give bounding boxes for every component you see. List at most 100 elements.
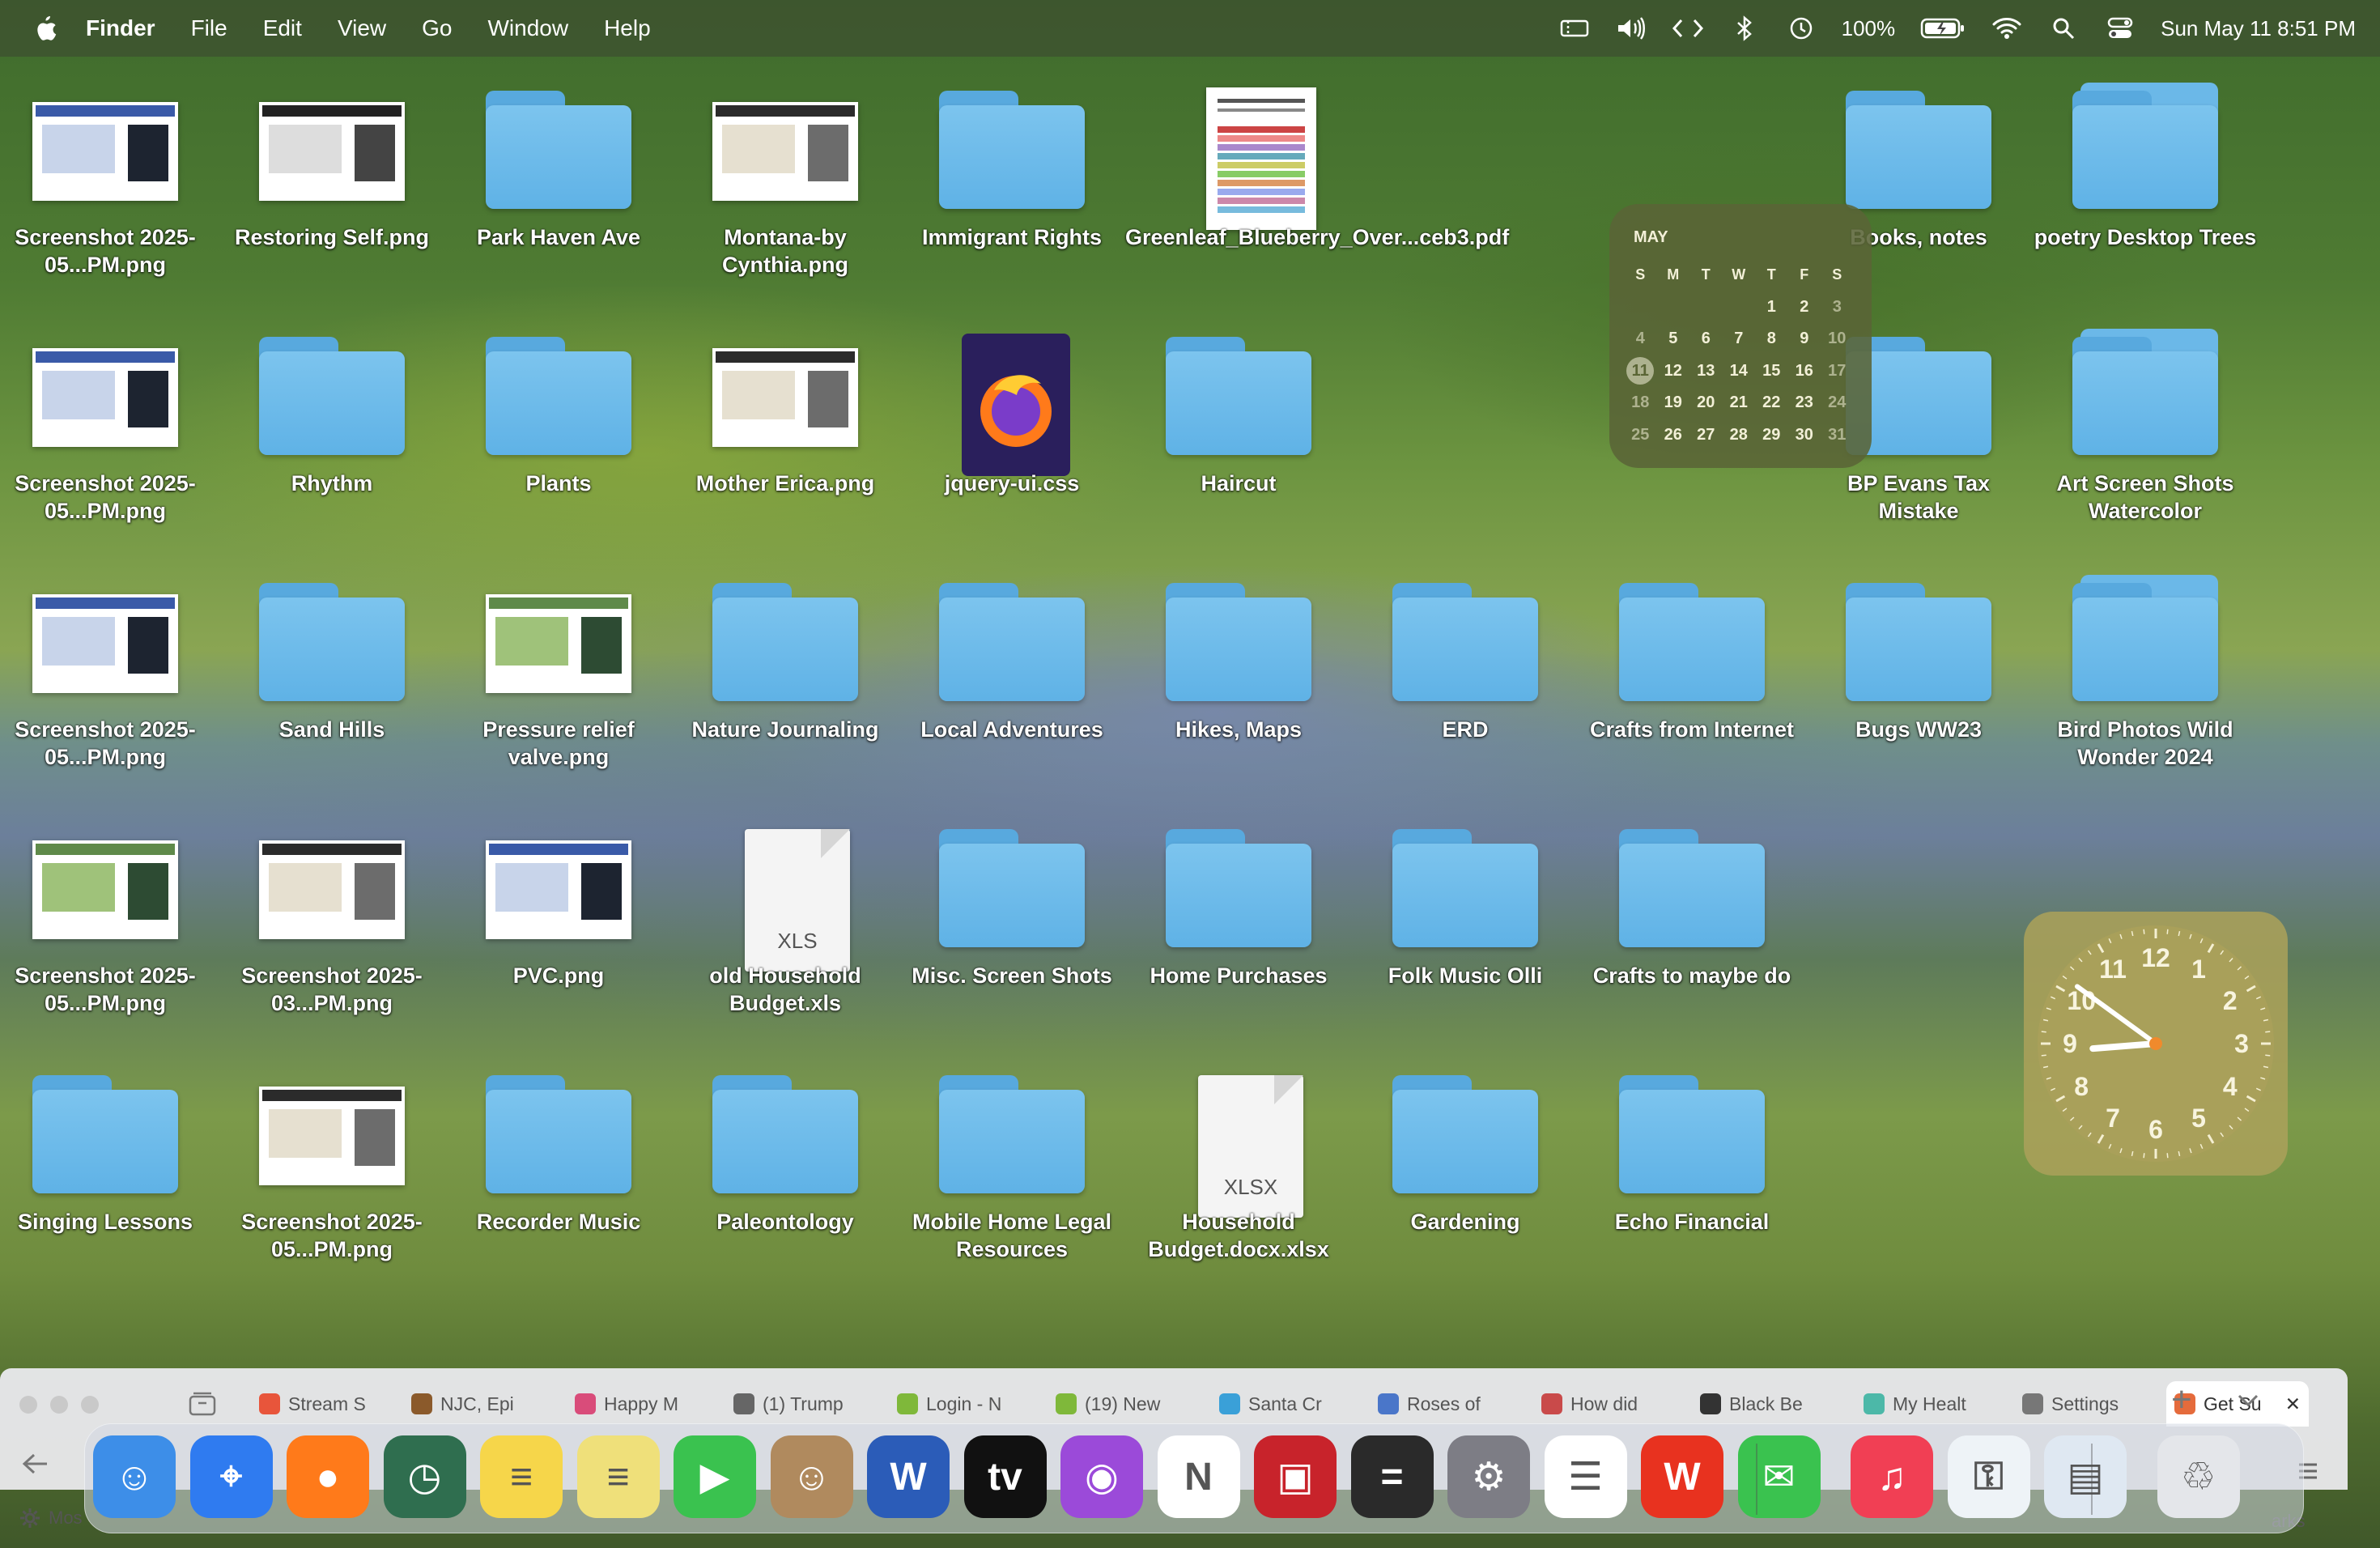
dock-preview-icon[interactable]: ▤ (2044, 1435, 2127, 1518)
chevron-down-icon[interactable] (2236, 1393, 2260, 1413)
new-tab-button[interactable]: + (2171, 1380, 2192, 1420)
clock-widget[interactable]: 12 1 2 3 4 5 6 7 8 9 10 11 (2024, 912, 2288, 1176)
dock-notes-icon[interactable]: ≡ (480, 1435, 563, 1518)
dock-passwords-icon[interactable]: ⚿ (1947, 1435, 2030, 1518)
dock-facetime-icon[interactable]: ▶ (674, 1435, 756, 1518)
dock-photobooth-icon[interactable]: ▣ (1254, 1435, 1337, 1518)
browser-tab[interactable]: Happy M (567, 1381, 725, 1427)
favicon-icon (1864, 1393, 1885, 1414)
calendar-today: 11 (1624, 355, 1657, 388)
clock-number: 6 (2148, 1115, 2163, 1144)
folder-icon (1619, 583, 1765, 704)
dock-firefox-icon[interactable]: ● (287, 1435, 369, 1518)
favicon-icon (897, 1393, 918, 1414)
browser-tab[interactable]: Santa Cr (1211, 1381, 1370, 1427)
desktop-item-label: Crafts to maybe do (1592, 963, 1791, 988)
browser-tab[interactable]: Settings (2014, 1381, 2166, 1427)
browser-tab[interactable]: My Healt (1855, 1381, 2014, 1427)
desktop-item-label: old Household Budget.xls (709, 963, 861, 1015)
desktop-item-label: Singing Lessons (17, 1210, 193, 1234)
image-thumbnail (486, 594, 631, 693)
browser-tab[interactable]: Login - N (889, 1381, 1048, 1427)
menu-clock[interactable]: Sun May 11 8:51 PM (2161, 16, 2356, 41)
calendar-widget[interactable]: MAY S M T W T F S 1 2 3 4 5 6 7 8 9 10 11 12 13 14 15 16 17 18 19… (1609, 204, 1872, 468)
menu-app-name[interactable]: Finder (86, 15, 155, 41)
time-machine-icon[interactable] (1785, 12, 1817, 45)
desktop-item-label: poetry Desktop Trees (2034, 225, 2257, 249)
browser-tab[interactable]: Roses of (1370, 1381, 1533, 1427)
dock-podcasts-icon[interactable]: ◉ (1060, 1435, 1143, 1518)
tab-overview-icon[interactable] (188, 1391, 217, 1421)
calendar-day: 23 (1795, 393, 1813, 411)
calendar-weekday: W (1732, 266, 1746, 283)
desktop-item-label: Screenshot 2025-03...PM.png (241, 963, 423, 1015)
dock-tv-icon[interactable]: tv (963, 1435, 1047, 1518)
dock-messages-icon[interactable]: ✉ (1737, 1435, 1821, 1518)
dock-settings-icon[interactable]: ⚙ (1447, 1435, 1530, 1518)
dock-contacts-icon[interactable]: ☺ (770, 1435, 853, 1518)
volume-icon[interactable] (1615, 12, 1647, 45)
calendar-day: 22 (1762, 393, 1781, 411)
spotlight-icon[interactable] (2047, 12, 2080, 45)
clock-center (2149, 1037, 2162, 1050)
clock-tick (2166, 1153, 2169, 1159)
browser-tab[interactable]: NJC, Epi (403, 1381, 567, 1427)
close-tab-icon[interactable]: ✕ (2285, 1393, 2301, 1415)
browser-tab[interactable]: Black Be (1692, 1381, 1855, 1427)
menu-help[interactable]: Help (604, 15, 651, 41)
wifi-icon[interactable] (1991, 12, 2023, 45)
menu-extra-icon[interactable] (1558, 12, 1591, 45)
dock-stickies-icon[interactable]: ≡ (576, 1435, 660, 1518)
sidebar-status[interactable]: Mos (19, 1508, 83, 1529)
desktop-item-label: Art Screen Shots Watercolor (2056, 471, 2234, 523)
dock-calculator-icon[interactable]: = (1350, 1435, 1434, 1518)
browser-tab[interactable]: (19) New (1048, 1381, 1211, 1427)
desktop-item-label: Rhythm (291, 471, 373, 495)
clock-number: 5 (2191, 1104, 2206, 1133)
desktop-item-label: ERD (1442, 717, 1489, 742)
minimize-button[interactable] (50, 1396, 68, 1414)
calendar-day: 28 (1729, 425, 1748, 444)
folder-icon (939, 1075, 1085, 1197)
desktop-item-label: Sand Hills (278, 717, 385, 742)
back-button[interactable] (21, 1449, 49, 1483)
calendar-day (1624, 291, 1657, 324)
folder-icon (1166, 337, 1311, 458)
menu-go[interactable]: Go (422, 15, 452, 41)
calendar-day: 16 (1795, 361, 1813, 380)
dock-reminders-icon[interactable]: ☰ (1544, 1435, 1627, 1518)
zoom-button[interactable] (81, 1396, 99, 1414)
dock-music-icon[interactable]: ♫ (1851, 1435, 1933, 1518)
browser-tab[interactable]: (1) Trump (725, 1381, 889, 1427)
gear-icon (20, 1508, 40, 1528)
dock-trash-icon[interactable]: ♲ (2157, 1435, 2240, 1518)
favicon-icon (411, 1393, 432, 1414)
dock-safari-icon[interactable]: ⌖ (189, 1435, 273, 1518)
menu-file[interactable]: File (191, 15, 227, 41)
close-button[interactable] (19, 1396, 37, 1414)
apple-menu-icon[interactable] (29, 12, 62, 45)
calendar-grid: S M T W T F S 1 2 3 4 5 6 7 8 9 10 11 12 13 14 15 16 17 18 19 20 21… (1624, 259, 1854, 451)
dock-wps-icon[interactable]: W (1641, 1435, 1723, 1518)
menu-bar: Finder File Edit View Go Window Help 100… (0, 0, 2380, 57)
desktop-item-label: Bugs WW23 (1855, 717, 1982, 742)
control-center-icon[interactable] (2104, 12, 2136, 45)
menu-edit[interactable]: Edit (263, 15, 302, 41)
browser-tab-label: Settings (2051, 1393, 2119, 1414)
calendar-month: MAY (1634, 228, 1668, 246)
dock-word-icon[interactable]: W (867, 1435, 950, 1518)
clock-tick (2166, 929, 2169, 934)
code-icon[interactable] (1672, 12, 1704, 45)
browser-tab[interactable]: Stream S (251, 1381, 403, 1427)
menu-view[interactable]: View (338, 15, 386, 41)
folder-icon (939, 583, 1085, 704)
dock-news-icon[interactable]: N (1157, 1435, 1240, 1518)
folder-icon (259, 583, 405, 704)
dock-finder-icon[interactable]: ☺ (93, 1435, 176, 1518)
menu-window[interactable]: Window (487, 15, 568, 41)
battery-icon[interactable] (1919, 12, 1966, 45)
desktop-item-label: Hikes, Maps (1175, 717, 1303, 742)
dock-timemachine-icon[interactable]: ◷ (383, 1435, 466, 1518)
bluetooth-icon[interactable] (1728, 12, 1761, 45)
browser-tab[interactable]: How did (1533, 1381, 1692, 1427)
